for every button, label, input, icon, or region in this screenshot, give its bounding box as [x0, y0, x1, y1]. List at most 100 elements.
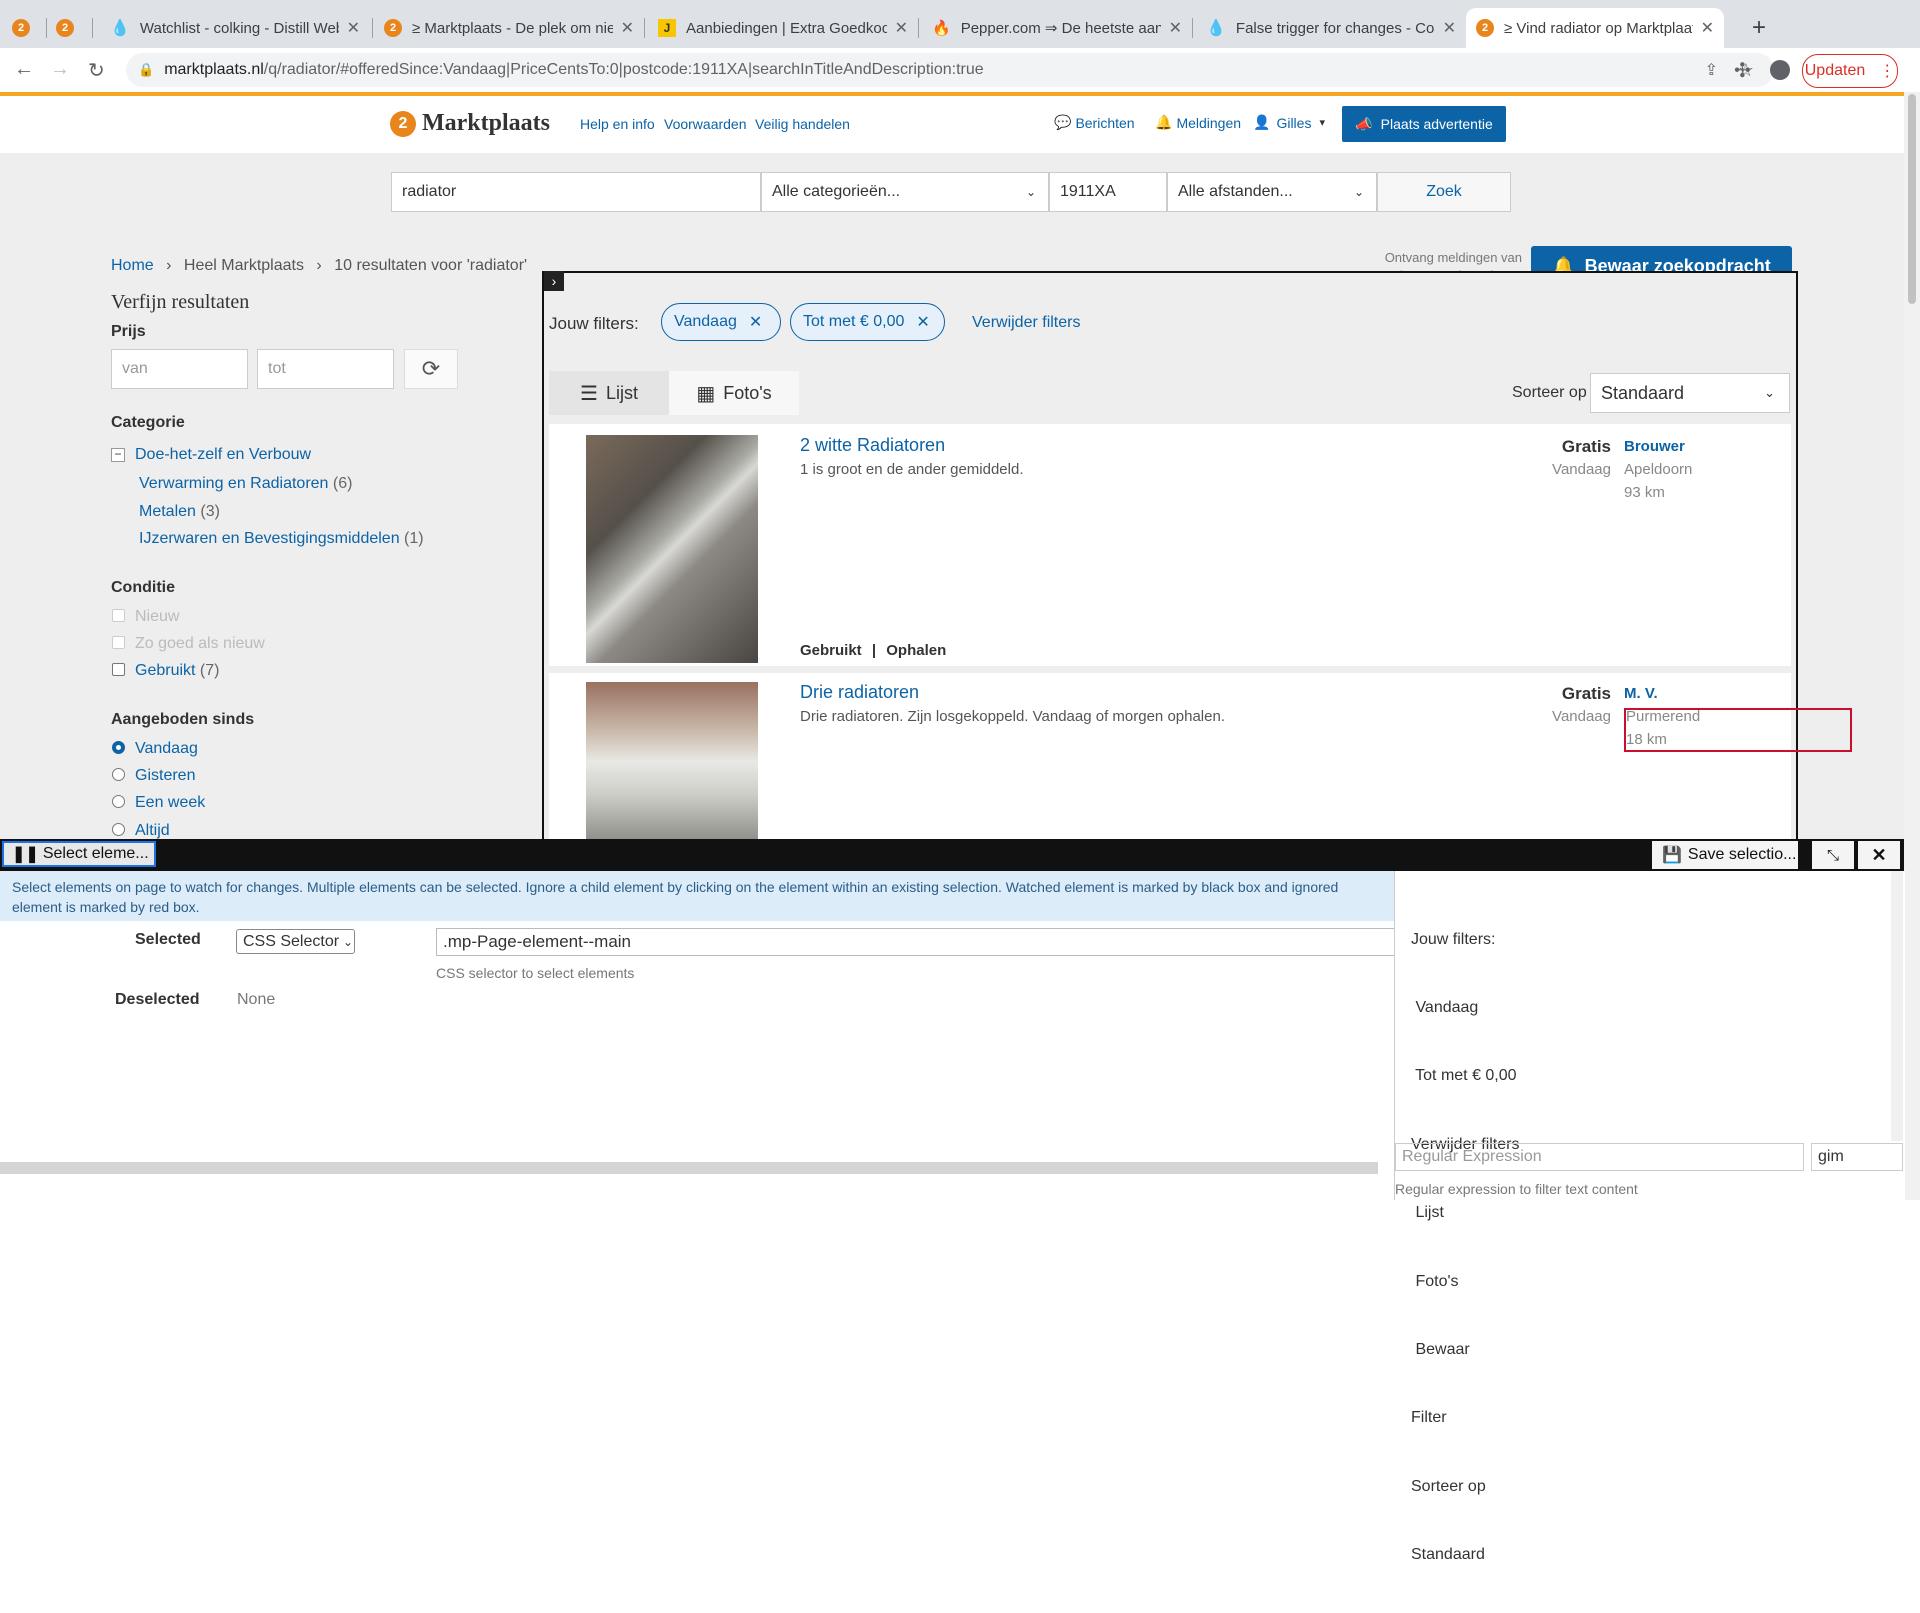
post-ad-button[interactable]: 📣 Plaats advertentie [1342, 106, 1506, 142]
listing-seller[interactable]: Brouwer [1624, 438, 1685, 455]
condition-checkbox-new[interactable] [112, 609, 125, 622]
search-query-input[interactable]: radiator [391, 172, 761, 212]
save-selection-button[interactable]: 💾 Save selectio... [1652, 841, 1798, 869]
collapse-minus-icon[interactable]: − [111, 448, 125, 462]
listing-card[interactable]: 2 witte Radiatoren 1 is groot en de ande… [549, 424, 1791, 666]
user-menu[interactable]: 👤 Gilles ▾ [1253, 114, 1325, 131]
messages-link[interactable]: 💬 Berichten [1054, 114, 1135, 131]
horizontal-scrollbar[interactable] [0, 1162, 1378, 1174]
price-to-input[interactable]: tot [257, 349, 394, 389]
close-tab-icon[interactable]: ✕ [621, 18, 634, 38]
notifications-link[interactable]: 🔔 Meldingen [1155, 114, 1241, 131]
category-item[interactable]: Metalen (3) [139, 503, 220, 521]
regex-input[interactable]: Regular Expression [1395, 1143, 1804, 1171]
search-band: radiator Alle categorieën... ⌄ 1911XA Al… [0, 153, 1904, 231]
regex-flags-input[interactable]: gim [1811, 1143, 1903, 1171]
page-scrollbar[interactable] [1904, 92, 1920, 1200]
chevron-down-icon: ⌄ [343, 934, 354, 949]
tab-community[interactable]: 💧 False trigger for changes - Commun ✕ [1206, 8, 1456, 48]
offered-radio-always[interactable] [112, 823, 125, 836]
category-parent[interactable]: − Doe-het-zelf en Verbouw [111, 446, 311, 464]
deselected-value: None [237, 991, 276, 1008]
preview-scrollbar[interactable] [1891, 871, 1903, 1141]
address-bar[interactable]: 🔒 marktplaats.nl/q/radiator/#offeredSinc… [126, 53, 1774, 87]
grid-icon: ▦ [696, 382, 716, 405]
close-tab-icon[interactable]: ✕ [1443, 18, 1456, 38]
update-chrome-button[interactable]: Updaten ⋮ [1802, 54, 1898, 88]
marktplaats-logo[interactable]: 2 Marktplaats [390, 110, 550, 137]
listing-distance: 18 km [1626, 731, 1667, 748]
close-panel-icon[interactable]: ✕ [1858, 841, 1900, 869]
filter-chip-today[interactable]: Vandaag ✕ [661, 303, 781, 341]
offered-radio-week[interactable] [112, 795, 125, 808]
category-item[interactable]: Verwarming en Radiatoren (6) [139, 475, 352, 493]
terms-link[interactable]: Voorwaarden [664, 116, 747, 132]
extensions-puzzle-icon[interactable]: ✣ [1734, 58, 1751, 83]
listing-title[interactable]: 2 witte Radiatoren [800, 435, 945, 456]
tab-pepper[interactable]: 🔥 Pepper.com ⇒ De heetste aanbiedingen ✕ [932, 8, 1182, 48]
tab-distill[interactable]: 💧 Watchlist - colking - Distill Web Moni… [110, 8, 360, 48]
close-icon[interactable]: ✕ [749, 312, 762, 332]
chevron-down-icon: ▾ [1319, 117, 1325, 129]
close-tab-icon[interactable]: ✕ [347, 18, 360, 38]
profile-avatar-icon[interactable] [1770, 60, 1790, 80]
sort-select[interactable]: Standaard ⌄ [1590, 373, 1790, 413]
tab-separator [644, 18, 645, 38]
listing-photo[interactable] [586, 682, 758, 841]
condition-checkbox-used[interactable] [112, 663, 125, 676]
listing-title[interactable]: Drie radiatoren [800, 682, 919, 703]
category-select[interactable]: Alle categorieën... ⌄ [761, 172, 1049, 212]
collapse-panel-icon[interactable]: ⤡ [1812, 841, 1854, 869]
breadcrumb-all[interactable]: Heel Marktplaats [184, 257, 304, 274]
listing-date: Vandaag [1552, 461, 1611, 478]
selected-label: Selected [135, 931, 201, 948]
filter-chip-price[interactable]: Tot met € 0,00 ✕ [790, 303, 945, 341]
forward-arrow-icon[interactable]: → [50, 58, 70, 81]
category-item[interactable]: IJzerwaren en Bevestigingsmiddelen (1) [139, 530, 424, 548]
breadcrumb-home[interactable]: Home [111, 257, 154, 274]
selector-type-select[interactable]: CSS Selector ⌄ [236, 929, 355, 954]
css-selector-input[interactable]: .mp-Page-element--main [436, 928, 1394, 956]
close-tab-icon[interactable]: ✕ [1169, 18, 1182, 38]
listing-city: Apeldoorn [1624, 461, 1693, 478]
remove-filters-link[interactable]: Verwijder filters [972, 314, 1080, 332]
new-tab-button[interactable]: + [1752, 14, 1766, 42]
distill-drop-icon: 💧 [110, 20, 130, 37]
search-submit-button[interactable]: Zoek [1377, 172, 1511, 212]
page-scrollbar-thumb[interactable] [1908, 94, 1916, 304]
price-from-input[interactable]: van [111, 349, 248, 389]
tab-pinned-2[interactable]: 2 [56, 8, 86, 48]
tab-aanbiedingen[interactable]: J Aanbiedingen | Extra Goedkoop ✕ [658, 8, 908, 48]
reload-icon[interactable]: ↻ [88, 58, 105, 83]
list-view-button[interactable]: ☰ Lijst [549, 371, 669, 415]
back-arrow-icon[interactable]: ← [14, 58, 34, 81]
help-link[interactable]: Help en info [580, 116, 655, 132]
offered-radio-today[interactable] [112, 741, 125, 754]
marktplaats-favicon: 2 [384, 19, 402, 37]
distance-select[interactable]: Alle afstanden... ⌄ [1167, 172, 1377, 212]
tab-pinned-1[interactable]: 2 [12, 8, 42, 48]
safe-trade-link[interactable]: Veilig handelen [755, 116, 850, 132]
share-icon[interactable]: ⇪ [1705, 60, 1718, 80]
close-tab-icon[interactable]: ✕ [1701, 18, 1714, 38]
listing-seller[interactable]: M. V. [1624, 685, 1658, 702]
url-path: /q/radiator/#offeredSince:Vandaag|PriceC… [263, 61, 984, 78]
listing-card[interactable]: Drie radiatoren Drie radiatoren. Zijn lo… [549, 673, 1852, 841]
listing-attributes: Gebruikt | Ophalen [800, 642, 947, 659]
tab-marktplaats-home[interactable]: 2 ≥ Marktplaats - De plek om nieuwe ✕ [384, 8, 634, 48]
sort-label: Sorteer op [1512, 384, 1587, 401]
pause-icon: ❚❚ [12, 846, 39, 863]
expand-chevron-icon[interactable]: › [544, 271, 564, 291]
listing-photo[interactable] [586, 435, 758, 663]
photo-view-button[interactable]: ▦ Foto's [669, 371, 799, 415]
postcode-input[interactable]: 1911XA [1049, 172, 1167, 212]
close-tab-icon[interactable]: ✕ [895, 18, 908, 38]
condition-checkbox-like-new[interactable] [112, 636, 125, 649]
tab-active-radiator[interactable]: 2 ≥ Vind radiator op Marktplaats ✕ [1466, 8, 1724, 48]
close-icon[interactable]: ✕ [916, 312, 929, 332]
offered-radio-yesterday[interactable] [112, 768, 125, 781]
select-element-button[interactable]: ❚❚ Select eleme... [2, 841, 156, 867]
distill-selector-panel: ❚❚ Select eleme... 💾 Save selectio... ⤡ ✕ … [0, 839, 1905, 1563]
flame-icon: 🔥 [932, 20, 951, 37]
refresh-price-button[interactable]: ⟳ [404, 349, 458, 389]
